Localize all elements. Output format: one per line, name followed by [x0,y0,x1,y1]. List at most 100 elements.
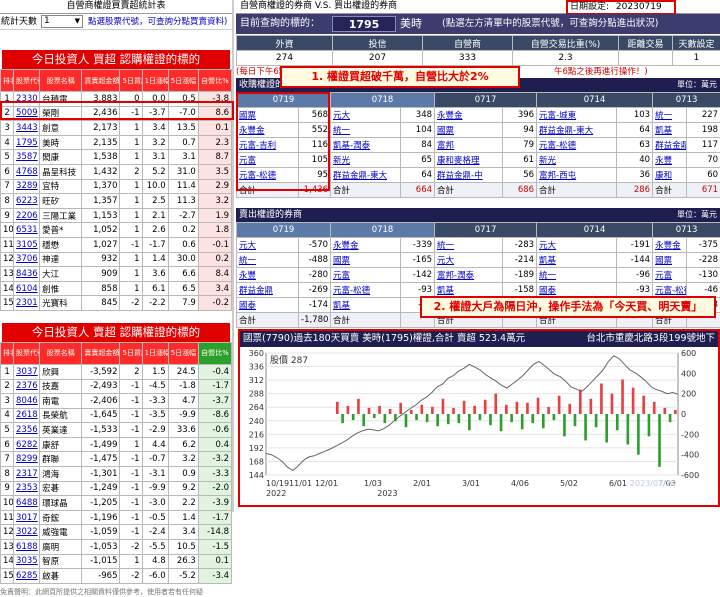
table-row[interactable]: 143035智原-1,01514.826.30.1 [1,554,232,569]
table-row[interactable]: 92206三陽工業1,15312.1-2.71.9 [1,208,232,223]
broker-name-link[interactable]: 國泰 [537,282,617,297]
stock-code-link[interactable]: 3105 [14,237,40,252]
broker-name-link[interactable]: 富邦-潤泰 [435,267,503,282]
stock-code-link[interactable]: 3017 [14,510,40,525]
table-row[interactable]: 113105穩懋1,027-1-1.70.6-0.1 [1,237,232,252]
broker-name-link[interactable]: 國票 [435,122,503,137]
table-row[interactable]: 41795美時2,13513.20.72.3 [1,135,232,150]
broker-name-link[interactable]: 統一 [653,107,687,122]
broker-name-link[interactable]: 元大 [435,252,503,267]
stock-code-link[interactable]: 3587 [14,150,40,165]
table-row[interactable]: 78299群聯-1,475-1-0.73.2-3.2 [1,452,232,467]
broker-name-link[interactable]: 凱基 [537,252,617,267]
broker-name-link[interactable]: 統一 [435,237,503,252]
stock-code-link[interactable]: 6282 [14,437,40,452]
days-select[interactable]: 1▼ [41,15,83,28]
broker-name-link[interactable]: 元富-松德 [537,137,617,152]
table-row[interactable]: 53587閎康1,53813.13.18.7 [1,150,232,165]
stock-code-link[interactable]: 6531 [14,223,40,238]
table-row[interactable]: 33443創意2,17313.413.50.1 [1,121,232,136]
stock-code-link[interactable]: 3037 [14,364,40,379]
broker-name-link[interactable]: 凱基 [435,282,503,297]
table-row[interactable]: 136188廣明-1,053-2-5.510.5-1.5 [1,540,232,555]
table-row[interactable]: 42618長榮航-1,645-1-3.5-9.9-8.6 [1,408,232,423]
broker-name-link[interactable]: 元大 [331,107,401,122]
broker-name-link[interactable]: 永豐金 [653,237,687,252]
broker-name-link[interactable]: 元大 [237,237,299,252]
stock-code-link[interactable]: 6488 [14,496,40,511]
broker-name-link[interactable]: 元富-城東 [537,107,617,122]
stock-code-link[interactable]: 2206 [14,208,40,223]
broker-name-link[interactable]: 新光 [331,152,401,167]
broker-name-link[interactable]: 富邦 [435,137,503,152]
stock-code-link[interactable]: 8436 [14,267,40,282]
stock-code-link[interactable]: 3706 [14,252,40,267]
broker-name-link[interactable]: 統一 [237,252,299,267]
table-row[interactable]: 86223旺矽1,35712.511.33.2 [1,194,232,209]
broker-name-link[interactable]: 永豐金 [331,237,401,252]
broker-name-link[interactable]: 群益金鼎 [653,137,687,152]
broker-name-link[interactable]: 元富 [331,267,401,282]
broker-name-link[interactable]: 永豐金 [435,107,503,122]
stock-code-link[interactable]: 6285 [14,569,40,584]
broker-name-link[interactable]: 康和麥格理 [435,152,503,167]
date-setting[interactable]: 日期設定: 20230719 [566,0,676,15]
stock-code-link[interactable]: 2618 [14,408,40,423]
stock-code-link[interactable]: 8046 [14,394,40,409]
broker-name-link[interactable]: 國票 [653,252,687,267]
table-row[interactable]: 13037欣興-3,59221.524.5-0.4 [1,364,232,379]
table-row[interactable]: 152301光寶科845-2-2.27.9-0.2 [1,296,232,311]
stock-code-link[interactable]: 3035 [14,554,40,569]
stock-code-link[interactable]: 4768 [14,164,40,179]
broker-name-link[interactable]: 凱基-潤泰 [331,137,401,152]
broker-name-link[interactable]: 永豐 [653,152,687,167]
stock-code-link[interactable]: 2301 [14,296,40,311]
broker-name-link[interactable]: 永豐 [237,267,299,282]
broker-name-link[interactable]: 新光 [537,152,617,167]
stock-code-link[interactable]: 2353 [14,481,40,496]
broker-name-link[interactable]: 元富-松德 [331,282,401,297]
stock-code-link[interactable]: 6188 [14,540,40,555]
table-row[interactable]: 123022威強電-1,059-1-2.43.4-14.8 [1,525,232,540]
table-row[interactable]: 156285啟碁-965-2-6.0-5.2-3.4 [1,569,232,584]
table-row[interactable]: 113017奇鋐-1,196-1-0.51.4-1.7 [1,510,232,525]
broker-name-link[interactable]: 凱基 [653,122,687,137]
broker-name-link[interactable]: 統一 [537,267,617,282]
broker-name-link[interactable]: 元大 [537,237,617,252]
broker-name-link[interactable]: 群益金鼎-中 [435,167,503,182]
table-row[interactable]: 146104創惟85816.16.53.4 [1,281,232,296]
stock-code-link[interactable]: 8299 [14,452,40,467]
table-row[interactable]: 106531愛普*1,05212.60.21.8 [1,223,232,238]
table-row[interactable]: 138436大江90913.66.68.4 [1,267,232,282]
broker-name-link[interactable]: 群益金鼎 [237,282,299,297]
table-row[interactable]: 73289宜特1,370110.011.42.9 [1,179,232,194]
broker-name-link[interactable]: 凱基 [331,297,401,312]
broker-name-link[interactable]: 國票 [331,252,401,267]
broker-name-link[interactable]: 國泰 [237,297,299,312]
broker-name-link[interactable]: 群益金鼎-東大 [537,122,617,137]
table-row[interactable]: 106488環球晶-1,205-1-3.02.2-3.9 [1,496,232,511]
stock-code-link[interactable]: 2317 [14,467,40,482]
table-row[interactable]: 64768晶呈科技1,43225.231.03.5 [1,164,232,179]
table-row[interactable]: 22376技嘉-2,493-1-4.5-1.8-1.7 [1,379,232,394]
broker-name-link[interactable]: 統一 [331,122,401,137]
stock-code-link[interactable]: 3443 [14,121,40,136]
stock-code-link[interactable]: 3289 [14,179,40,194]
stock-code-link[interactable]: 3022 [14,525,40,540]
table-row[interactable]: 92353宏碁-1,249-1-9.99.2-2.0 [1,481,232,496]
table-row[interactable]: 123706神達93211.430.00.2 [1,252,232,267]
broker-name-link[interactable]: 元富-松德 [653,282,687,297]
table-row[interactable]: 52356英業達-1,533-1-2.933.6-0.6 [1,423,232,438]
table-row[interactable]: 82317鴻海-1,301-1-3.10.9-3.3 [1,467,232,482]
table-row[interactable]: 66282康舒-1,49914.46.20.4 [1,437,232,452]
stock-code-link[interactable]: 2356 [14,423,40,438]
broker-name-link[interactable]: 群益金鼎-東大 [331,167,401,182]
table-row[interactable]: 38046南電-2,406-1-3.34.7-3.7 [1,394,232,409]
stock-code-link[interactable]: 2376 [14,379,40,394]
stock-code-link[interactable]: 6223 [14,194,40,209]
stock-code-link[interactable]: 1795 [14,135,40,150]
broker-name-link[interactable]: 元富 [653,267,687,282]
broker-name-link[interactable]: 富邦-西屯 [537,167,617,182]
stock-code-link[interactable]: 6104 [14,281,40,296]
broker-name-link[interactable]: 康和 [653,167,687,182]
